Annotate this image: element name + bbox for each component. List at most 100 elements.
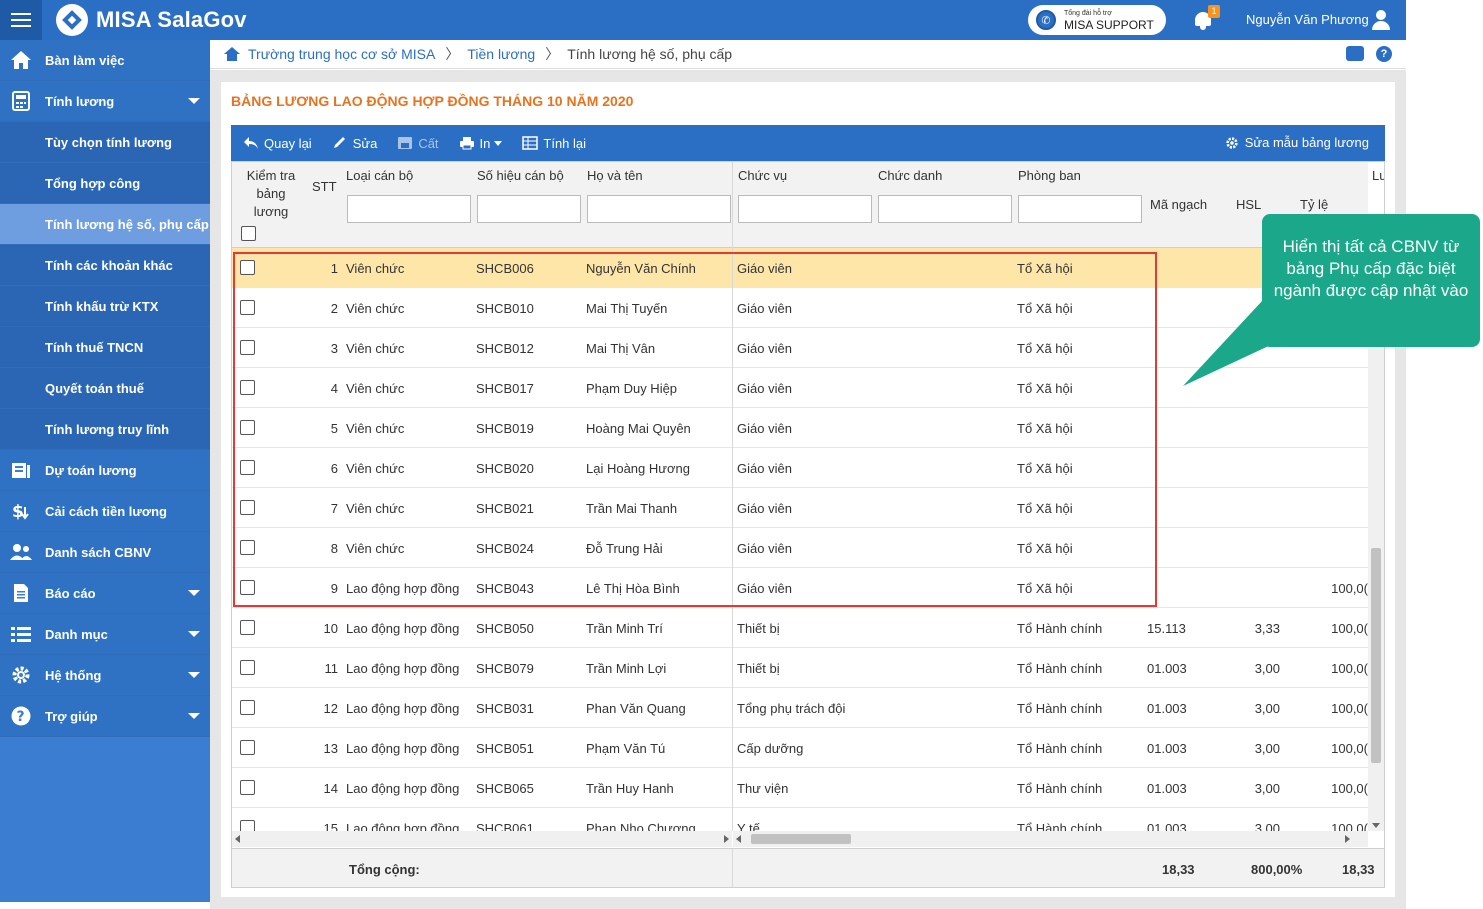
cell-position: Giáo viên xyxy=(737,381,792,396)
edit-template-button[interactable]: Sửa mẫu bảng lương xyxy=(1224,135,1369,150)
scroll-down-icon[interactable] xyxy=(1372,823,1380,828)
cell-code: SHCB050 xyxy=(476,621,534,636)
sidebar-item-7[interactable]: Tính thuế TNCN xyxy=(0,327,210,368)
sidebar-item-8[interactable]: Quyết toán thuế xyxy=(0,368,210,409)
chevron-down-icon[interactable] xyxy=(188,590,200,596)
sidebar-item-label: Tính lương truy lĩnh xyxy=(45,421,170,437)
row-checkbox[interactable] xyxy=(240,780,255,795)
support-button[interactable]: ✆ Tổng đài hỗ trợ MISA SUPPORT xyxy=(1028,5,1166,35)
cell-stt: 12 xyxy=(323,701,338,716)
cell-name: Mai Thị Tuyến xyxy=(586,301,668,316)
row-checkbox[interactable] xyxy=(240,580,255,595)
cell-name: Trần Minh Trí xyxy=(586,621,663,636)
filter-type-input[interactable] xyxy=(347,195,471,223)
sidebar-item-11[interactable]: $ Cải cách tiền lương xyxy=(0,491,210,532)
table-row[interactable]: 10 Lao động hợp đồng SHCB050 Trần Minh Trí T… xyxy=(232,608,1368,648)
sidebar-item-15[interactable]: Hệ thống xyxy=(0,655,210,696)
people-icon xyxy=(10,542,32,562)
horizontal-scrollbar-left[interactable] xyxy=(232,831,732,847)
table-row[interactable]: 1 Viên chức SHCB006 Nguyễn Văn Chính Giáo vi… xyxy=(232,248,1368,288)
sidebar-item-5[interactable]: Tính các khoản khác xyxy=(0,245,210,286)
filter-dept-input[interactable] xyxy=(1018,195,1142,223)
svg-text:?: ? xyxy=(17,709,25,725)
sidebar-item-4[interactable]: Tính lương hệ số, phụ cấp xyxy=(0,204,210,245)
hscroll-thumb[interactable] xyxy=(751,834,851,844)
row-checkbox[interactable] xyxy=(240,340,255,355)
table-row[interactable]: 6 Viên chức SHCB020 Lại Hoàng Hương Giáo viê… xyxy=(232,448,1368,488)
menu-toggle-button[interactable] xyxy=(0,0,42,40)
cell-code: SHCB021 xyxy=(476,501,534,516)
edit-button[interactable]: Sửa xyxy=(332,136,377,151)
row-checkbox[interactable] xyxy=(240,460,255,475)
row-checkbox[interactable] xyxy=(240,380,255,395)
print-button[interactable]: In xyxy=(459,136,503,151)
sidebar-item-13[interactable]: Báo cáo xyxy=(0,573,210,614)
sidebar-item-9[interactable]: Tính lương truy lĩnh xyxy=(0,409,210,450)
row-checkbox[interactable] xyxy=(240,260,255,275)
filter-title-input[interactable] xyxy=(878,195,1012,223)
sidebar-item-10[interactable]: Dự toán lương xyxy=(0,450,210,491)
list-icon xyxy=(10,624,32,644)
recalculate-button[interactable]: Tính lại xyxy=(522,136,586,151)
table-row[interactable]: 11 Lao động hợp đồng SHCB079 Trần Minh Lợi T… xyxy=(232,648,1368,688)
cell-hsl: 3,00 xyxy=(1254,701,1280,716)
app-logo[interactable]: MISA SalaGov xyxy=(56,4,247,36)
table-row[interactable]: 15 Lao động hợp đồng SHCB061 Phan Nhọ Chươn… xyxy=(232,808,1368,831)
filter-name-input[interactable] xyxy=(587,195,731,223)
salary-grid: Kiểm tra bảng lương STT Loại cán bộ Số h… xyxy=(231,161,1385,888)
sidebar-item-16[interactable]: ? Trợ giúp xyxy=(0,696,210,737)
table-row[interactable]: 8 Viên chức SHCB024 Đỗ Trung Hải Giáo viên Tổ… xyxy=(232,528,1368,568)
chevron-down-icon[interactable] xyxy=(188,713,200,719)
row-checkbox[interactable] xyxy=(240,500,255,515)
row-checkbox[interactable] xyxy=(240,300,255,315)
row-checkbox[interactable] xyxy=(240,540,255,555)
row-checkbox[interactable] xyxy=(240,740,255,755)
user-icon[interactable] xyxy=(1372,10,1390,30)
row-checkbox[interactable] xyxy=(240,820,255,831)
chevron-down-icon[interactable] xyxy=(188,672,200,678)
table-row[interactable]: 7 Viên chức SHCB021 Trần Mai Thanh Giáo viên… xyxy=(232,488,1368,528)
chevron-down-icon[interactable] xyxy=(188,98,200,104)
cell-code: SHCB019 xyxy=(476,421,534,436)
select-all-checkbox[interactable] xyxy=(241,226,256,241)
breadcrumb-item-school[interactable]: Trường trung học cơ sở MISA xyxy=(248,46,435,62)
help-icon[interactable]: ? xyxy=(1376,46,1392,62)
table-row[interactable]: 9 Lao động hợp đồng SHCB043 Lê Thị Hòa Bình… xyxy=(232,568,1368,608)
table-row[interactable]: 13 Lao động hợp đồng SHCB051 Phạm Văn Tú Cấp… xyxy=(232,728,1368,768)
footer-rank-total: 18,33 xyxy=(1162,862,1195,877)
sidebar-item-6[interactable]: Tính khấu trừ KTX xyxy=(0,286,210,327)
cell-stt: 8 xyxy=(330,541,338,556)
row-checkbox[interactable] xyxy=(240,660,255,675)
table-row[interactable]: 5 Viên chức SHCB019 Hoàng Mai Quyên Giáo viê… xyxy=(232,408,1368,448)
home-icon[interactable] xyxy=(224,47,240,61)
cell-code: SHCB031 xyxy=(476,701,534,716)
sidebar-item-2[interactable]: Tùy chọn tính lương xyxy=(0,122,210,163)
cell-stt: 7 xyxy=(330,501,338,516)
user-name[interactable]: Nguyễn Văn Phương xyxy=(1246,12,1369,27)
chevron-down-icon[interactable] xyxy=(188,631,200,637)
sidebar-item-12[interactable]: Danh sách CBNV xyxy=(0,532,210,573)
sidebar-item-1[interactable]: Tính lương xyxy=(0,81,210,122)
row-checkbox[interactable] xyxy=(240,620,255,635)
cell-name: Phan Nhọ Chương xyxy=(586,821,696,831)
sidebar-item-14[interactable]: Danh mục xyxy=(0,614,210,655)
horizontal-scrollbar-right[interactable] xyxy=(733,831,1368,847)
cell-dept: Tổ Xã hội xyxy=(1017,581,1073,596)
table-row[interactable]: 14 Lao động hợp đồng SHCB065 Trần Huy Hanh T… xyxy=(232,768,1368,808)
chat-icon[interactable] xyxy=(1346,46,1364,61)
save-label: Cất xyxy=(418,135,439,151)
sidebar-item-3[interactable]: Tổng hợp công xyxy=(0,163,210,204)
save-button[interactable]: Cất xyxy=(397,135,439,151)
breadcrumb-item-salary[interactable]: Tiền lương xyxy=(467,46,535,62)
row-checkbox[interactable] xyxy=(240,420,255,435)
scroll-thumb[interactable] xyxy=(1371,548,1381,763)
cell-ratio: 100,0( xyxy=(1331,821,1368,831)
filter-code-input[interactable] xyxy=(477,195,581,223)
table-row[interactable]: 12 Lao động hợp đồng SHCB031 Phan Văn Quang… xyxy=(232,688,1368,728)
cell-position: Tổng phụ trách đội xyxy=(737,701,846,716)
row-checkbox[interactable] xyxy=(240,700,255,715)
back-button[interactable]: Quay lại xyxy=(243,136,312,151)
filter-position-input[interactable] xyxy=(738,195,872,223)
sidebar-item-0[interactable]: Bàn làm việc xyxy=(0,40,210,81)
footer-hsl-total: 800,00% xyxy=(1251,862,1303,877)
